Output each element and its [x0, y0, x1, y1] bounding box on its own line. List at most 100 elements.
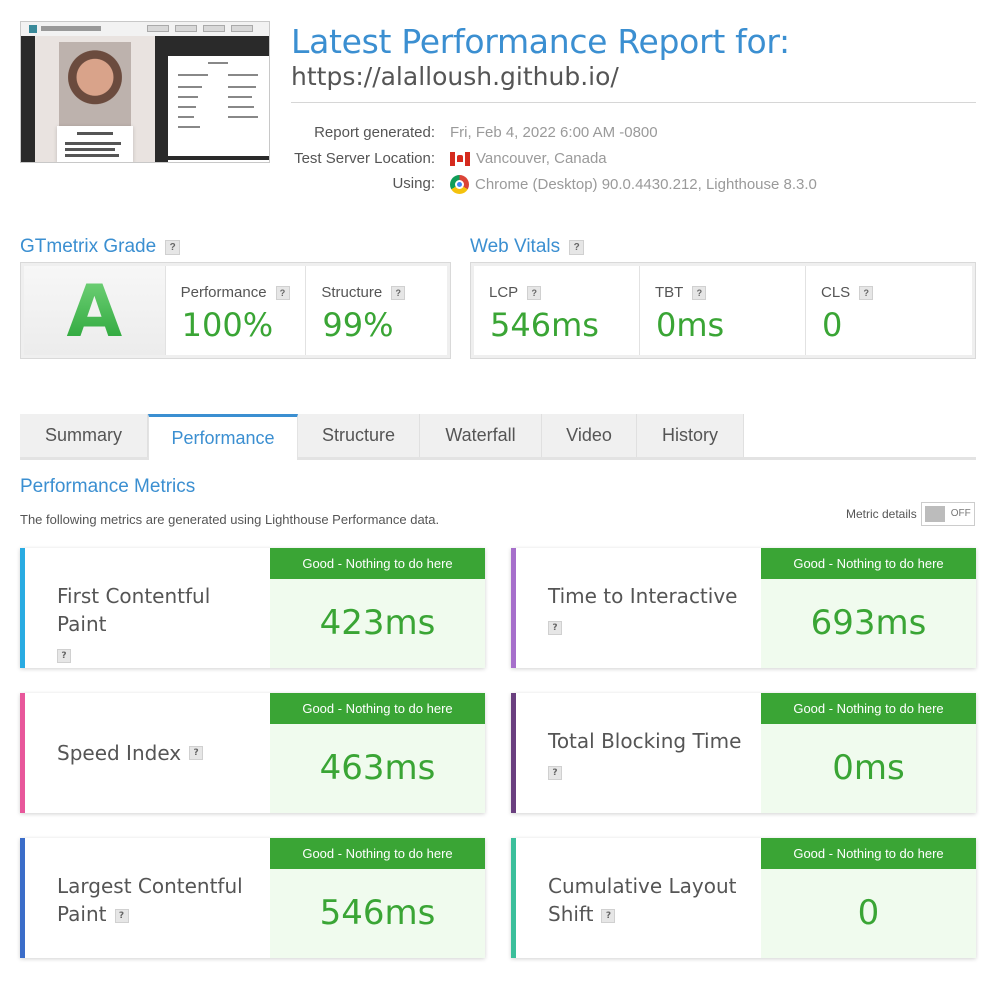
metric-color-stripe [20, 548, 25, 668]
cls-cell: CLS? 0 [806, 266, 972, 355]
chrome-icon [450, 175, 469, 194]
metric-card-tbt: Total Blocking Time ? Good - Nothing to … [511, 693, 976, 813]
canada-flag-icon [450, 151, 470, 166]
help-icon[interactable]: ? [114, 908, 129, 923]
metric-value: 0 [857, 893, 880, 933]
gtmetrix-grade-box: A Performance? 100% Structure? 99% [20, 262, 451, 359]
cls-label: CLS [821, 284, 851, 301]
metric-details-label: Metric details [846, 507, 917, 521]
metric-name: Largest Contentful Paint? [57, 872, 247, 928]
metric-name: First Contentful Paint ? [57, 582, 257, 668]
meta-label: Report generated: [314, 124, 435, 141]
performance-metrics-title: Performance Metrics [20, 476, 196, 497]
tab-structure[interactable]: Structure [298, 414, 420, 457]
metric-details-control: Metric details OFF [846, 502, 975, 526]
metric-color-stripe [20, 693, 25, 813]
metric-card-cls: Cumulative Layout Shift? Good - Nothing … [511, 838, 976, 958]
lcp-label: LCP [489, 284, 519, 301]
metric-name-text: Speed Index [57, 741, 182, 765]
structure-score-cell: Structure? 99% [306, 266, 447, 355]
tab-summary[interactable]: Summary [20, 414, 148, 457]
meta-label: Test Server Location: [294, 150, 435, 167]
meta-value: Vancouver, Canada [476, 150, 607, 167]
help-icon[interactable]: ? [548, 620, 562, 635]
metric-value: 423ms [319, 603, 436, 643]
web-vitals-title: Web Vitals [470, 236, 561, 257]
help-icon[interactable]: ? [527, 285, 542, 300]
gtmetrix-grade-title: GTmetrix Grade [20, 236, 157, 257]
metric-name-text: Cumulative Layout Shift [548, 874, 737, 926]
meta-test-server: Test Server Location: Vancouver, Canada [291, 150, 991, 174]
metric-name-text: Largest Contentful Paint [57, 874, 243, 926]
metric-name: Cumulative Layout Shift? [548, 872, 738, 928]
metric-value: 0ms [832, 748, 905, 788]
metric-value: 463ms [319, 748, 436, 788]
lcp-cell: LCP? 546ms [474, 266, 640, 355]
toggle-knob [924, 506, 945, 522]
metric-value: 693ms [810, 603, 927, 643]
metric-status-badge: Good - Nothing to do here [761, 548, 976, 579]
metric-card-lcp: Largest Contentful Paint? Good - Nothing… [20, 838, 485, 958]
metric-color-stripe [20, 838, 25, 958]
help-icon[interactable]: ? [391, 285, 406, 300]
metric-name: Time to Interactive ? [548, 582, 748, 640]
lcp-value: 546ms [490, 306, 599, 344]
metric-status-badge: Good - Nothing to do here [761, 838, 976, 869]
tab-history[interactable]: History [637, 414, 744, 457]
report-tabs: Summary Performance Structure Waterfall … [20, 414, 976, 460]
performance-value: 100% [181, 306, 274, 344]
report-title: Latest Performance Report for: [291, 22, 790, 61]
metric-color-stripe [511, 548, 516, 668]
help-icon[interactable]: ? [601, 908, 616, 923]
cls-value: 0 [822, 306, 843, 344]
page-screenshot-thumbnail [20, 21, 270, 163]
meta-report-generated: Report generated: Fri, Feb 4, 2022 6:00 … [291, 124, 991, 148]
structure-value: 99% [322, 306, 394, 344]
help-icon[interactable]: ? [189, 746, 204, 760]
structure-label: Structure [321, 284, 383, 301]
report-url[interactable]: https://alalloush.github.io/ [291, 62, 619, 91]
tab-performance[interactable]: Performance [148, 414, 298, 460]
meta-using: Using: Chrome (Desktop) 90.0.4430.212, L… [291, 175, 991, 199]
gtmetrix-grade-heading: GTmetrix Grade ? [20, 236, 181, 258]
tbt-label: TBT [655, 284, 684, 301]
meta-value: Chrome (Desktop) 90.0.4430.212, Lighthou… [475, 176, 817, 193]
toggle-state: OFF [950, 508, 971, 519]
help-icon[interactable]: ? [275, 285, 290, 300]
grade-letter: A [66, 268, 123, 353]
performance-metrics-description: The following metrics are generated usin… [20, 512, 440, 527]
meta-value: Fri, Feb 4, 2022 6:00 AM -0800 [450, 124, 658, 141]
metric-status-badge: Good - Nothing to do here [761, 693, 976, 724]
help-icon[interactable]: ? [692, 285, 707, 300]
metric-status-badge: Good - Nothing to do here [270, 693, 485, 724]
metric-card-fcp: First Contentful Paint ? Good - Nothing … [20, 548, 485, 668]
metric-status-badge: Good - Nothing to do here [270, 838, 485, 869]
web-vitals-heading: Web Vitals ? [470, 236, 585, 258]
metric-name-text: Time to Interactive [548, 584, 738, 608]
tab-video[interactable]: Video [542, 414, 637, 457]
metric-details-toggle[interactable]: OFF [920, 502, 975, 526]
metric-card-speed-index: Speed Index ? Good - Nothing to do here … [20, 693, 485, 813]
metric-color-stripe [511, 693, 516, 813]
metric-status-badge: Good - Nothing to do here [270, 548, 485, 579]
metric-value: 546ms [319, 893, 436, 933]
metric-card-tti: Time to Interactive ? Good - Nothing to … [511, 548, 976, 668]
metric-name-text: First Contentful Paint [57, 584, 211, 636]
metric-color-stripe [511, 838, 516, 958]
meta-label: Using: [392, 175, 435, 192]
help-icon[interactable]: ? [165, 239, 181, 255]
help-icon[interactable]: ? [569, 239, 585, 255]
metric-name: Speed Index ? [57, 693, 257, 813]
help-icon[interactable]: ? [859, 285, 874, 300]
metric-name: Total Blocking Time ? [548, 727, 748, 785]
tbt-value: 0ms [656, 306, 725, 344]
metric-name-text: Total Blocking Time [548, 729, 742, 753]
help-icon[interactable]: ? [57, 648, 71, 663]
performance-score-cell: Performance? 100% [166, 266, 307, 355]
performance-label: Performance [180, 284, 267, 301]
web-vitals-box: LCP? 546ms TBT? 0ms CLS? 0 [470, 262, 976, 359]
help-icon[interactable]: ? [548, 765, 562, 780]
grade-cell: A [24, 266, 166, 355]
divider [291, 102, 976, 103]
tab-waterfall[interactable]: Waterfall [420, 414, 542, 457]
